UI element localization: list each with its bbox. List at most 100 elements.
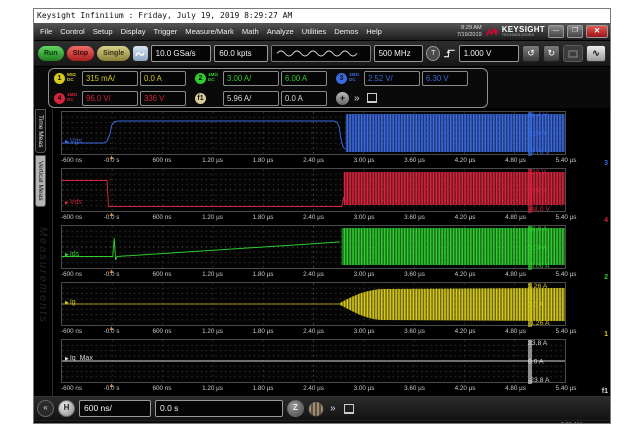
coupling-badge-4: 1MΩDC bbox=[67, 93, 80, 103]
waveform-panel-ig[interactable]: ▶Ig1.26 A0.0 A-1.26 A bbox=[61, 282, 566, 326]
trigger-level-field[interactable]: 1.000 V bbox=[459, 45, 520, 62]
waveform-panel-vgs[interactable]: ▶Vgs16.4 V6.30 V-3.78 V bbox=[61, 111, 566, 155]
waveform-panel-ids[interactable]: ▶Ids18.0 A6.00 A-6.00 A bbox=[61, 225, 566, 269]
touch-icon[interactable] bbox=[133, 46, 147, 61]
coupling-badge-1: 50ΩDC bbox=[67, 73, 80, 83]
restore-button[interactable]: ❐ bbox=[567, 25, 583, 38]
menu-setup[interactable]: Setup bbox=[89, 27, 117, 36]
sample-rate-field[interactable]: 10.0 GSa/s bbox=[151, 45, 212, 62]
menu-control[interactable]: Control bbox=[56, 27, 88, 36]
waveform-panel-vds[interactable]: ▶Vds720 V336 V-48.0 V bbox=[61, 168, 566, 212]
channel-button-4[interactable]: 4 bbox=[54, 93, 65, 104]
channel-marker-f1: f1 bbox=[602, 388, 608, 395]
menu-demos[interactable]: Demos bbox=[330, 27, 362, 36]
channel-3-offset-field[interactable]: 6.30 V bbox=[422, 71, 468, 86]
channel-2-offset-field[interactable]: 6.00 A bbox=[281, 71, 327, 86]
sine-wave-icon bbox=[275, 48, 367, 59]
ground-marker-icon: ▶ bbox=[65, 252, 69, 258]
waveform-trace-ids bbox=[62, 226, 565, 268]
tab-vertical-meas[interactable]: Vertical Meas bbox=[35, 155, 46, 207]
bottom-popout-icon[interactable] bbox=[344, 404, 354, 414]
single-button[interactable]: Single bbox=[97, 46, 130, 61]
waveform-row-ig_max: ▶Ig_Max23.8 A0.0 A-23.8 A-600 ns-0.0 s60… bbox=[61, 339, 610, 396]
waveform-trace-vgs bbox=[62, 112, 565, 154]
timebase-field[interactable]: 600 ns/ bbox=[79, 400, 151, 417]
run-button[interactable]: Run bbox=[38, 46, 64, 61]
time-tick: 4.20 µs bbox=[455, 385, 476, 392]
bandwidth-field[interactable]: 500 MHz bbox=[374, 45, 424, 62]
time-tick: 1.20 µs bbox=[202, 271, 223, 278]
trace-label-vgs: ▶Vgs bbox=[65, 138, 82, 145]
menu-help[interactable]: Help bbox=[362, 27, 386, 36]
redo-button[interactable]: ↻ bbox=[543, 45, 560, 62]
menu-trigger[interactable]: Trigger bbox=[150, 27, 182, 36]
time-tick: 1.80 µs bbox=[253, 157, 274, 164]
time-tick: 1.20 µs bbox=[202, 214, 223, 221]
close-button[interactable]: ✕ bbox=[586, 25, 608, 38]
time-tick: -600 ns bbox=[61, 328, 82, 335]
waveform-style-indicator[interactable] bbox=[271, 45, 371, 62]
expand-chevrons-icon[interactable]: » bbox=[354, 93, 360, 104]
waveform-panel-ig_max[interactable]: ▶Ig_Max23.8 A0.0 A-23.8 A bbox=[61, 339, 566, 383]
rising-edge-icon[interactable] bbox=[443, 47, 456, 60]
channel-button-f1[interactable]: f1 bbox=[195, 93, 206, 104]
trigger-marker-icon: ▲ bbox=[109, 383, 115, 389]
trigger-circle-icon[interactable]: T bbox=[426, 46, 440, 61]
tab-time-meas[interactable]: Time Meas bbox=[35, 109, 46, 153]
zoom-button[interactable]: Z bbox=[287, 400, 304, 417]
time-tick: -600 ns bbox=[61, 214, 82, 221]
channel-f1-scale-field[interactable]: 5.96 A/ bbox=[223, 91, 279, 106]
menu-display[interactable]: Display bbox=[117, 27, 150, 36]
time-tick: 4.20 µs bbox=[455, 214, 476, 221]
keysight-spark-icon bbox=[485, 26, 499, 37]
memory-depth-field[interactable]: 60.0 kpts bbox=[214, 45, 267, 62]
taskbar-handle[interactable] bbox=[246, 423, 294, 424]
time-tick: 4.80 µs bbox=[505, 385, 526, 392]
channel-group-2: 21MΩDC3.00 A/6.00 A bbox=[195, 71, 333, 86]
horizontal-menu-button[interactable]: H bbox=[58, 400, 75, 417]
channel-3-scale-field[interactable]: 2.52 V/ bbox=[364, 71, 420, 86]
bottom-expand-chevrons-icon[interactable]: » bbox=[330, 403, 336, 414]
brand-logo: KEYSIGHT TECHNOLOGIES bbox=[502, 26, 545, 38]
clock-time: 8:29 AM bbox=[461, 25, 482, 31]
trace-label-text: Ig_Max bbox=[70, 355, 93, 362]
time-tick: 1.80 µs bbox=[253, 385, 274, 392]
channel-button-1[interactable]: 1 bbox=[54, 73, 65, 84]
collapse-button[interactable]: « bbox=[37, 400, 54, 417]
menu-utilities[interactable]: Utilities bbox=[298, 27, 330, 36]
menu-math[interactable]: Math bbox=[238, 27, 263, 36]
menu-file[interactable]: File bbox=[36, 27, 56, 36]
channel-2-scale-field[interactable]: 3.00 A/ bbox=[223, 71, 279, 86]
time-tick: 4.20 µs bbox=[455, 157, 476, 164]
waveform-trace-vds bbox=[62, 169, 565, 211]
add-channel-button[interactable]: + bbox=[336, 92, 349, 105]
display-settings-icon[interactable] bbox=[563, 45, 583, 62]
minimize-button[interactable]: — bbox=[548, 25, 564, 38]
time-tick: 3.60 µs bbox=[404, 385, 425, 392]
channels-panel: 150ΩDC315 mA/0.0 A 21MΩDC3.00 A/6.00 A3 1M… bbox=[34, 67, 610, 109]
menu-measure-mark[interactable]: Measure/Mark bbox=[181, 27, 238, 36]
waveform-row-ids: ▶Ids18.0 A6.00 A-6.00 A-600 ns-0.0 s600 … bbox=[61, 225, 610, 282]
trace-label-ig: ▶Ig bbox=[65, 299, 76, 306]
acquisition-toolbar: Run Stop Single 10.0 GSa/s 60.0 kpts 500… bbox=[34, 41, 610, 67]
channel-edge-bar bbox=[528, 340, 532, 384]
channel-f1-offset-field[interactable]: 0.0 A bbox=[281, 91, 327, 106]
channel-4-offset-field[interactable]: 336 V bbox=[140, 91, 186, 106]
channel-button-2[interactable]: 2 bbox=[195, 73, 206, 84]
time-tick: 3.60 µs bbox=[404, 157, 425, 164]
horizontal-position-field[interactable]: 0.0 s bbox=[155, 400, 283, 417]
stop-button[interactable]: Stop bbox=[67, 46, 95, 61]
menu-analyze[interactable]: Analyze bbox=[263, 27, 298, 36]
undo-button[interactable]: ↺ bbox=[522, 45, 539, 62]
time-tick: 5.40 µs bbox=[556, 214, 577, 221]
channel-1-offset-field[interactable]: 0.0 A bbox=[140, 71, 186, 86]
channel-4-scale-field[interactable]: 96.0 V/ bbox=[82, 91, 138, 106]
time-tick: 600 ns bbox=[153, 157, 172, 164]
waveform-cursor-icon[interactable]: ∿ bbox=[586, 45, 606, 62]
time-tick: -600 ns bbox=[61, 271, 82, 278]
horizontal-knob-icon[interactable] bbox=[308, 401, 324, 417]
time-tick: 5.40 µs bbox=[556, 328, 577, 335]
channel-button-3[interactable]: 3 bbox=[336, 73, 347, 84]
popout-icon[interactable] bbox=[367, 93, 377, 103]
channel-1-scale-field[interactable]: 315 mA/ bbox=[82, 71, 138, 86]
